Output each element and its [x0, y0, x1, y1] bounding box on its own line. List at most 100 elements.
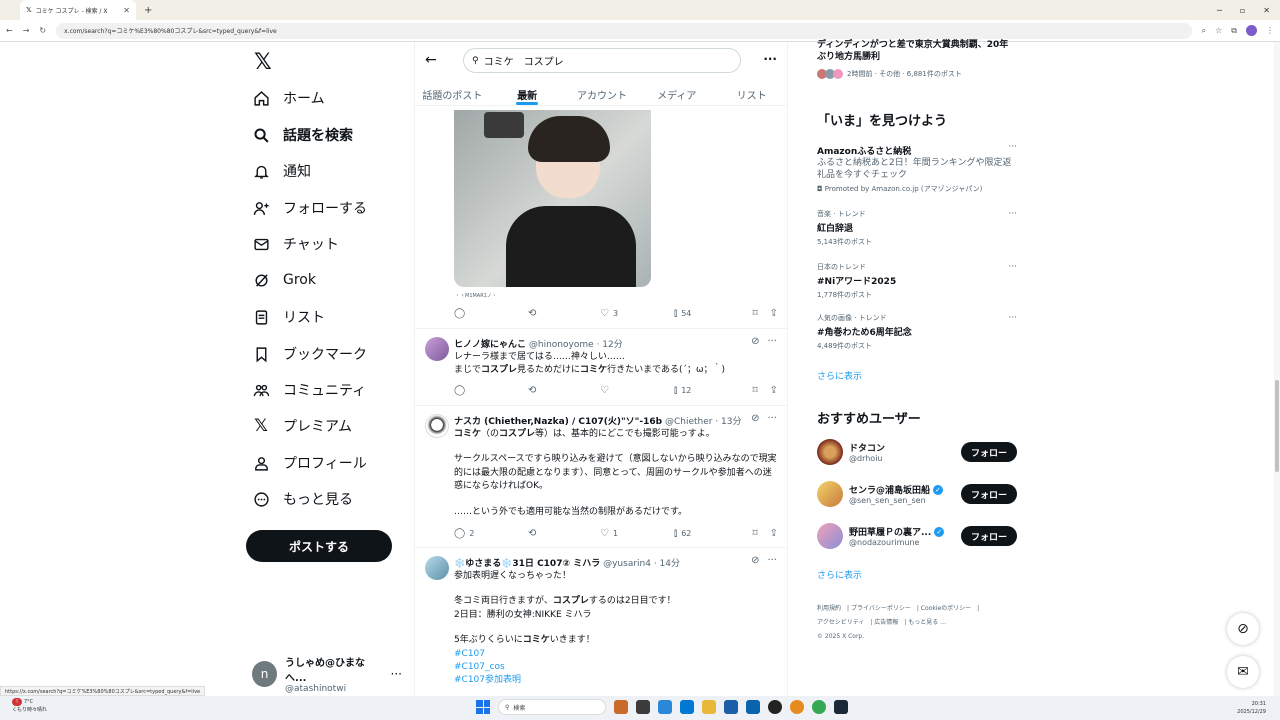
- more-dots-icon[interactable]: ···: [767, 413, 777, 424]
- back-arrow-icon[interactable]: ←: [425, 52, 437, 68]
- minimize-icon[interactable]: ─: [1217, 6, 1222, 15]
- x-logo-icon[interactable]: 𝕏: [254, 50, 272, 75]
- share-icon[interactable]: ⇪: [770, 308, 778, 319]
- like-button[interactable]: ♡: [600, 385, 674, 396]
- tweet[interactable]: ナスカ (Chiether,Nazka) / C107(火)"ソ"-16b @C…: [415, 405, 787, 547]
- more-dots-icon[interactable]: ···: [1008, 142, 1017, 152]
- footer-link[interactable]: 利用規約: [817, 605, 841, 612]
- reply-button[interactable]: ◯: [454, 385, 528, 396]
- close-window-icon[interactable]: ✕: [1263, 6, 1270, 15]
- more-dots-icon[interactable]: ···: [1008, 313, 1017, 323]
- avatar[interactable]: [425, 337, 449, 361]
- scrollbar[interactable]: [1274, 42, 1280, 696]
- browser-tab[interactable]: 𝕏 コミケ コスプレ - 検索 / X ✕: [20, 0, 136, 20]
- app-icon[interactable]: [680, 700, 694, 714]
- nav-lists[interactable]: リスト: [252, 307, 325, 327]
- footer-link[interactable]: アクセシビリティ: [817, 619, 864, 626]
- account-switcher[interactable]: n うしゃめ@ひまなへ... @atashinotwi ···: [252, 654, 402, 694]
- new-tab-icon[interactable]: +: [144, 5, 152, 16]
- views-button[interactable]: ⫾ 62: [674, 528, 752, 539]
- bookmark-star-icon[interactable]: ☆: [1215, 26, 1222, 35]
- url-field[interactable]: x.com/search?q=コミケ%E3%80%80コスプレ&src=type…: [56, 22, 1192, 39]
- app-icon[interactable]: [614, 700, 628, 714]
- avatar[interactable]: [817, 439, 843, 465]
- follow-button[interactable]: フォロー: [961, 526, 1017, 546]
- profile-avatar-icon[interactable]: [1246, 25, 1257, 36]
- nav-premium[interactable]: 𝕏 プレミアム: [252, 416, 352, 436]
- weather-widget[interactable]: ! 7°C くもり時々晴れ: [12, 698, 47, 714]
- tab-lists[interactable]: リスト: [714, 80, 787, 105]
- grok-fab[interactable]: ⊘: [1227, 613, 1259, 645]
- show-more-link[interactable]: さらに表示: [817, 369, 862, 382]
- avatar[interactable]: [817, 523, 843, 549]
- nav-profile[interactable]: プロフィール: [252, 453, 367, 473]
- bookmark-icon[interactable]: ⌑: [752, 308, 757, 319]
- post-photo[interactable]: [454, 110, 651, 287]
- repost-button[interactable]: ⟲: [528, 385, 600, 396]
- post-button[interactable]: ポストする: [246, 530, 392, 562]
- nav-communities[interactable]: コミュニティ: [252, 380, 366, 400]
- more-dots-icon[interactable]: ···: [1008, 209, 1017, 219]
- nav-bookmarks[interactable]: ブックマーク: [252, 344, 367, 364]
- nav-follow[interactable]: フォローする: [252, 198, 367, 218]
- tab-latest[interactable]: 最新: [490, 80, 565, 105]
- share-icon[interactable]: ⇪: [770, 528, 778, 539]
- repost-button[interactable]: ⟲: [528, 528, 600, 539]
- trend-item[interactable]: 人気の画像 · トレンド #角巻わため6周年記念 4,489件のポスト ···: [817, 313, 1017, 351]
- tab-media[interactable]: メディア: [639, 80, 714, 105]
- scroll-thumb[interactable]: [1275, 380, 1279, 472]
- menu-icon[interactable]: ⋮: [1266, 26, 1274, 35]
- maximize-icon[interactable]: ▫: [1240, 6, 1245, 15]
- windows-start-icon[interactable]: [476, 700, 490, 714]
- nav-notifications[interactable]: 通知: [252, 161, 311, 181]
- more-dots-icon[interactable]: ···: [767, 336, 777, 347]
- tweet[interactable]: ❄️ゆさまる❄️31日 C107② ミハラ @yusarin4 · 14分 ⊘ ·…: [415, 547, 787, 696]
- chrome-icon[interactable]: [812, 700, 826, 714]
- app-icon[interactable]: [636, 700, 650, 714]
- folder-icon[interactable]: [702, 700, 716, 714]
- taskbar-clock[interactable]: 20:31 2025/12/29: [1237, 700, 1266, 716]
- messages-fab[interactable]: ✉: [1227, 656, 1259, 688]
- trend-headline[interactable]: ディンディンがつと差で東京大賞典制覇、20年ぶり地方馬勝利: [817, 39, 1017, 63]
- search-input[interactable]: ⚲ コミケ コスプレ: [463, 48, 741, 73]
- footer-link[interactable]: 広告情報: [874, 619, 898, 626]
- app-icon[interactable]: [768, 700, 782, 714]
- like-button[interactable]: ♡ 1: [600, 528, 674, 539]
- zoom-icon[interactable]: ⌕: [1202, 26, 1206, 36]
- app-icon[interactable]: [658, 700, 672, 714]
- footer-link[interactable]: プライバシーポリシー: [851, 605, 911, 612]
- app-icon[interactable]: [724, 700, 738, 714]
- more-dots-icon[interactable]: ···: [1008, 262, 1017, 272]
- tweet-author[interactable]: ❄️ゆさまる❄️31日 C107② ミハラ: [454, 559, 600, 569]
- tweet[interactable]: ヒノノ嫁にゃんこ @hinonoyome · 12分 ⊘ ··· レナーラ様まで居…: [415, 328, 787, 404]
- steam-icon[interactable]: [834, 700, 848, 714]
- bookmark-icon[interactable]: ⌑: [752, 385, 757, 396]
- trend-item[interactable]: 日本のトレンド #Niアワード2025 1,778件のポスト ···: [817, 262, 1017, 300]
- suggested-user[interactable]: ドタコン @drhoiu フォロー: [817, 437, 1017, 467]
- search-options-icon[interactable]: ···: [763, 52, 777, 66]
- views-button[interactable]: ⫾ 12: [674, 385, 752, 396]
- suggested-user[interactable]: 野田草履Ｐの裏ア... ✓ @nodazourimune フォロー: [817, 521, 1017, 551]
- follow-button[interactable]: フォロー: [961, 484, 1017, 504]
- mail-app-icon[interactable]: [746, 700, 760, 714]
- grok-icon[interactable]: ⊘: [751, 413, 759, 424]
- trend-item[interactable]: 音楽 · トレンド 紅白辞退 5,143件のポスト ···: [817, 209, 1017, 247]
- more-dots-icon[interactable]: ···: [767, 555, 777, 566]
- grok-icon[interactable]: ⊘: [751, 555, 759, 566]
- avatar[interactable]: [425, 414, 449, 438]
- tab-accounts[interactable]: アカウント: [565, 80, 640, 105]
- trend-item[interactable]: Amazonふるさと納税 ふるさと納税あと2日！年間ランキングや限定返礼品を今す…: [817, 142, 1017, 194]
- nav-explore[interactable]: 話題を検索: [252, 125, 353, 145]
- like-button[interactable]: ♡ 3: [600, 308, 674, 319]
- tab-close-icon[interactable]: ✕: [123, 6, 130, 15]
- reply-button[interactable]: ◯ 2: [454, 528, 528, 539]
- tab-top[interactable]: 話題のポスト: [415, 80, 490, 105]
- forward-nav-icon[interactable]: →: [23, 26, 30, 35]
- nav-grok[interactable]: Grok: [252, 271, 316, 289]
- avatar[interactable]: [817, 481, 843, 507]
- tweet-author[interactable]: ヒノノ嫁にゃんこ: [454, 340, 526, 350]
- reply-button[interactable]: ◯: [454, 308, 528, 319]
- avatar[interactable]: [425, 556, 449, 580]
- views-button[interactable]: ⫾ 54: [674, 308, 752, 319]
- hashtag-link[interactable]: #C107_cos: [454, 661, 780, 674]
